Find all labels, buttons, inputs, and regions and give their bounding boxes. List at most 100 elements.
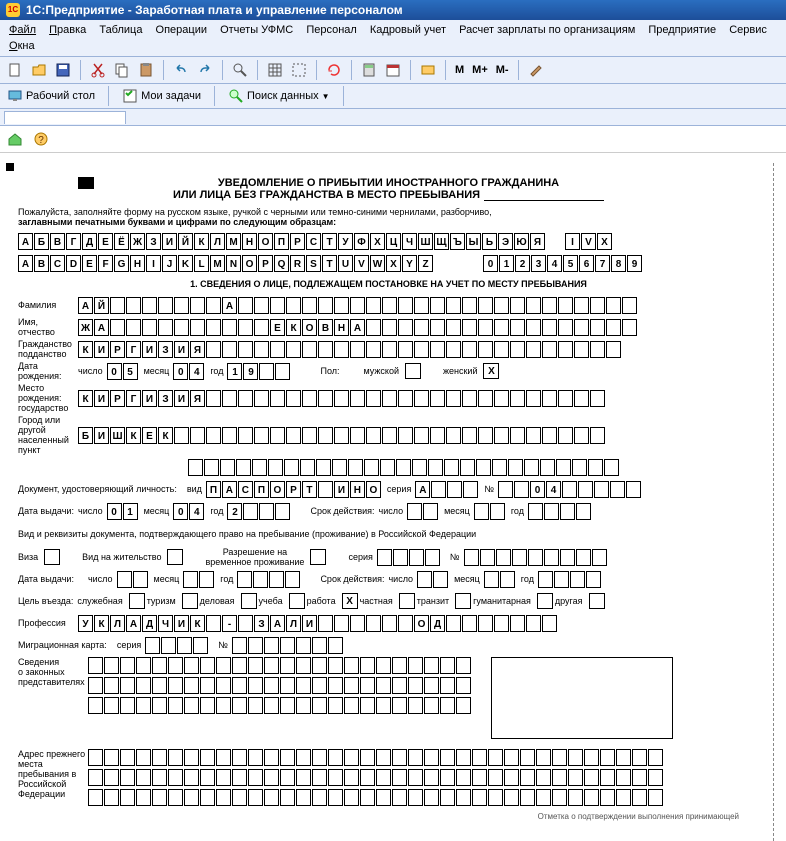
cell[interactable] <box>424 789 439 806</box>
cell[interactable] <box>206 427 221 444</box>
cell[interactable] <box>542 390 557 407</box>
cell[interactable] <box>498 481 513 498</box>
cell[interactable] <box>430 297 445 314</box>
cell[interactable]: К <box>158 427 173 444</box>
cut-icon[interactable] <box>87 59 109 81</box>
cell[interactable] <box>232 769 247 786</box>
cell[interactable] <box>104 749 119 766</box>
settings-icon[interactable] <box>525 59 547 81</box>
undo-icon[interactable] <box>170 59 192 81</box>
cell[interactable] <box>574 427 589 444</box>
menu-table[interactable]: Таблица <box>94 22 147 38</box>
cell[interactable] <box>280 677 295 694</box>
cell[interactable] <box>463 481 478 498</box>
cell[interactable] <box>248 637 263 654</box>
cell[interactable] <box>520 769 535 786</box>
cell[interactable]: П <box>206 481 221 498</box>
cell[interactable] <box>462 319 477 336</box>
cell[interactable] <box>360 789 375 806</box>
cell[interactable]: Й <box>178 233 193 250</box>
cell[interactable] <box>312 749 327 766</box>
cell[interactable] <box>104 769 119 786</box>
cell[interactable] <box>275 503 290 520</box>
cell[interactable] <box>476 459 491 476</box>
cell[interactable]: Г <box>66 233 81 250</box>
cell[interactable]: 2 <box>227 503 242 520</box>
cell[interactable]: З <box>254 615 269 632</box>
cell[interactable]: С <box>306 233 321 250</box>
cell[interactable] <box>500 571 515 588</box>
cell[interactable]: Я <box>190 341 205 358</box>
cell[interactable] <box>296 789 311 806</box>
cell[interactable]: V <box>581 233 596 250</box>
cell[interactable] <box>558 297 573 314</box>
cell[interactable] <box>424 657 439 674</box>
cell[interactable]: 5 <box>123 363 138 380</box>
cell[interactable] <box>462 341 477 358</box>
cell[interactable]: 0 <box>483 255 498 272</box>
cell[interactable]: И <box>174 341 189 358</box>
cell[interactable] <box>446 615 461 632</box>
cell[interactable]: У <box>78 615 93 632</box>
cell[interactable] <box>104 789 119 806</box>
cell[interactable]: X <box>386 255 401 272</box>
menu-enterprise[interactable]: Предприятие <box>643 22 721 38</box>
cell[interactable] <box>120 677 135 694</box>
mem-mminus[interactable]: M- <box>493 64 512 76</box>
cell[interactable] <box>168 789 183 806</box>
cell[interactable] <box>332 459 347 476</box>
cell[interactable] <box>296 749 311 766</box>
cell[interactable] <box>648 789 663 806</box>
cell[interactable] <box>478 297 493 314</box>
cell[interactable]: С <box>238 481 253 498</box>
cell[interactable] <box>417 571 432 588</box>
cell[interactable]: Л <box>286 615 301 632</box>
cell[interactable] <box>574 390 589 407</box>
cell[interactable]: В <box>318 319 333 336</box>
cell[interactable]: З <box>158 341 173 358</box>
cell[interactable]: 6 <box>579 255 594 272</box>
cell[interactable] <box>538 571 553 588</box>
cell[interactable] <box>254 297 269 314</box>
cell[interactable]: Е <box>98 233 113 250</box>
redo-icon[interactable] <box>194 59 216 81</box>
cell[interactable] <box>248 749 263 766</box>
cell[interactable] <box>423 503 438 520</box>
cell[interactable] <box>472 789 487 806</box>
cell[interactable] <box>396 459 411 476</box>
cell[interactable] <box>104 657 119 674</box>
cell[interactable] <box>414 319 429 336</box>
cell[interactable] <box>232 637 247 654</box>
cell[interactable] <box>472 769 487 786</box>
cell[interactable] <box>184 769 199 786</box>
cell[interactable] <box>328 749 343 766</box>
cell[interactable] <box>408 749 423 766</box>
cell[interactable] <box>504 769 519 786</box>
cell[interactable] <box>206 615 221 632</box>
cell[interactable] <box>110 297 125 314</box>
cell[interactable] <box>494 319 509 336</box>
cell[interactable] <box>480 549 495 566</box>
cell[interactable]: У <box>338 233 353 250</box>
cell[interactable]: Ъ <box>450 233 465 250</box>
cell[interactable]: А <box>222 297 237 314</box>
cell[interactable] <box>302 297 317 314</box>
cell[interactable] <box>318 341 333 358</box>
cell[interactable] <box>237 571 252 588</box>
cell[interactable] <box>428 459 443 476</box>
menu-service[interactable]: Сервис <box>724 22 772 38</box>
cell[interactable] <box>120 769 135 786</box>
cell[interactable] <box>576 503 591 520</box>
cell[interactable] <box>424 749 439 766</box>
cell[interactable]: Я <box>530 233 545 250</box>
cell[interactable]: А <box>222 481 237 498</box>
cell[interactable]: S <box>306 255 321 272</box>
cell[interactable] <box>248 789 263 806</box>
cell[interactable] <box>88 697 103 714</box>
cell[interactable] <box>360 677 375 694</box>
cell[interactable]: M <box>210 255 225 272</box>
cell[interactable] <box>232 749 247 766</box>
cell[interactable] <box>286 297 301 314</box>
cell[interactable]: З <box>146 233 161 250</box>
mode-icon[interactable] <box>417 59 439 81</box>
